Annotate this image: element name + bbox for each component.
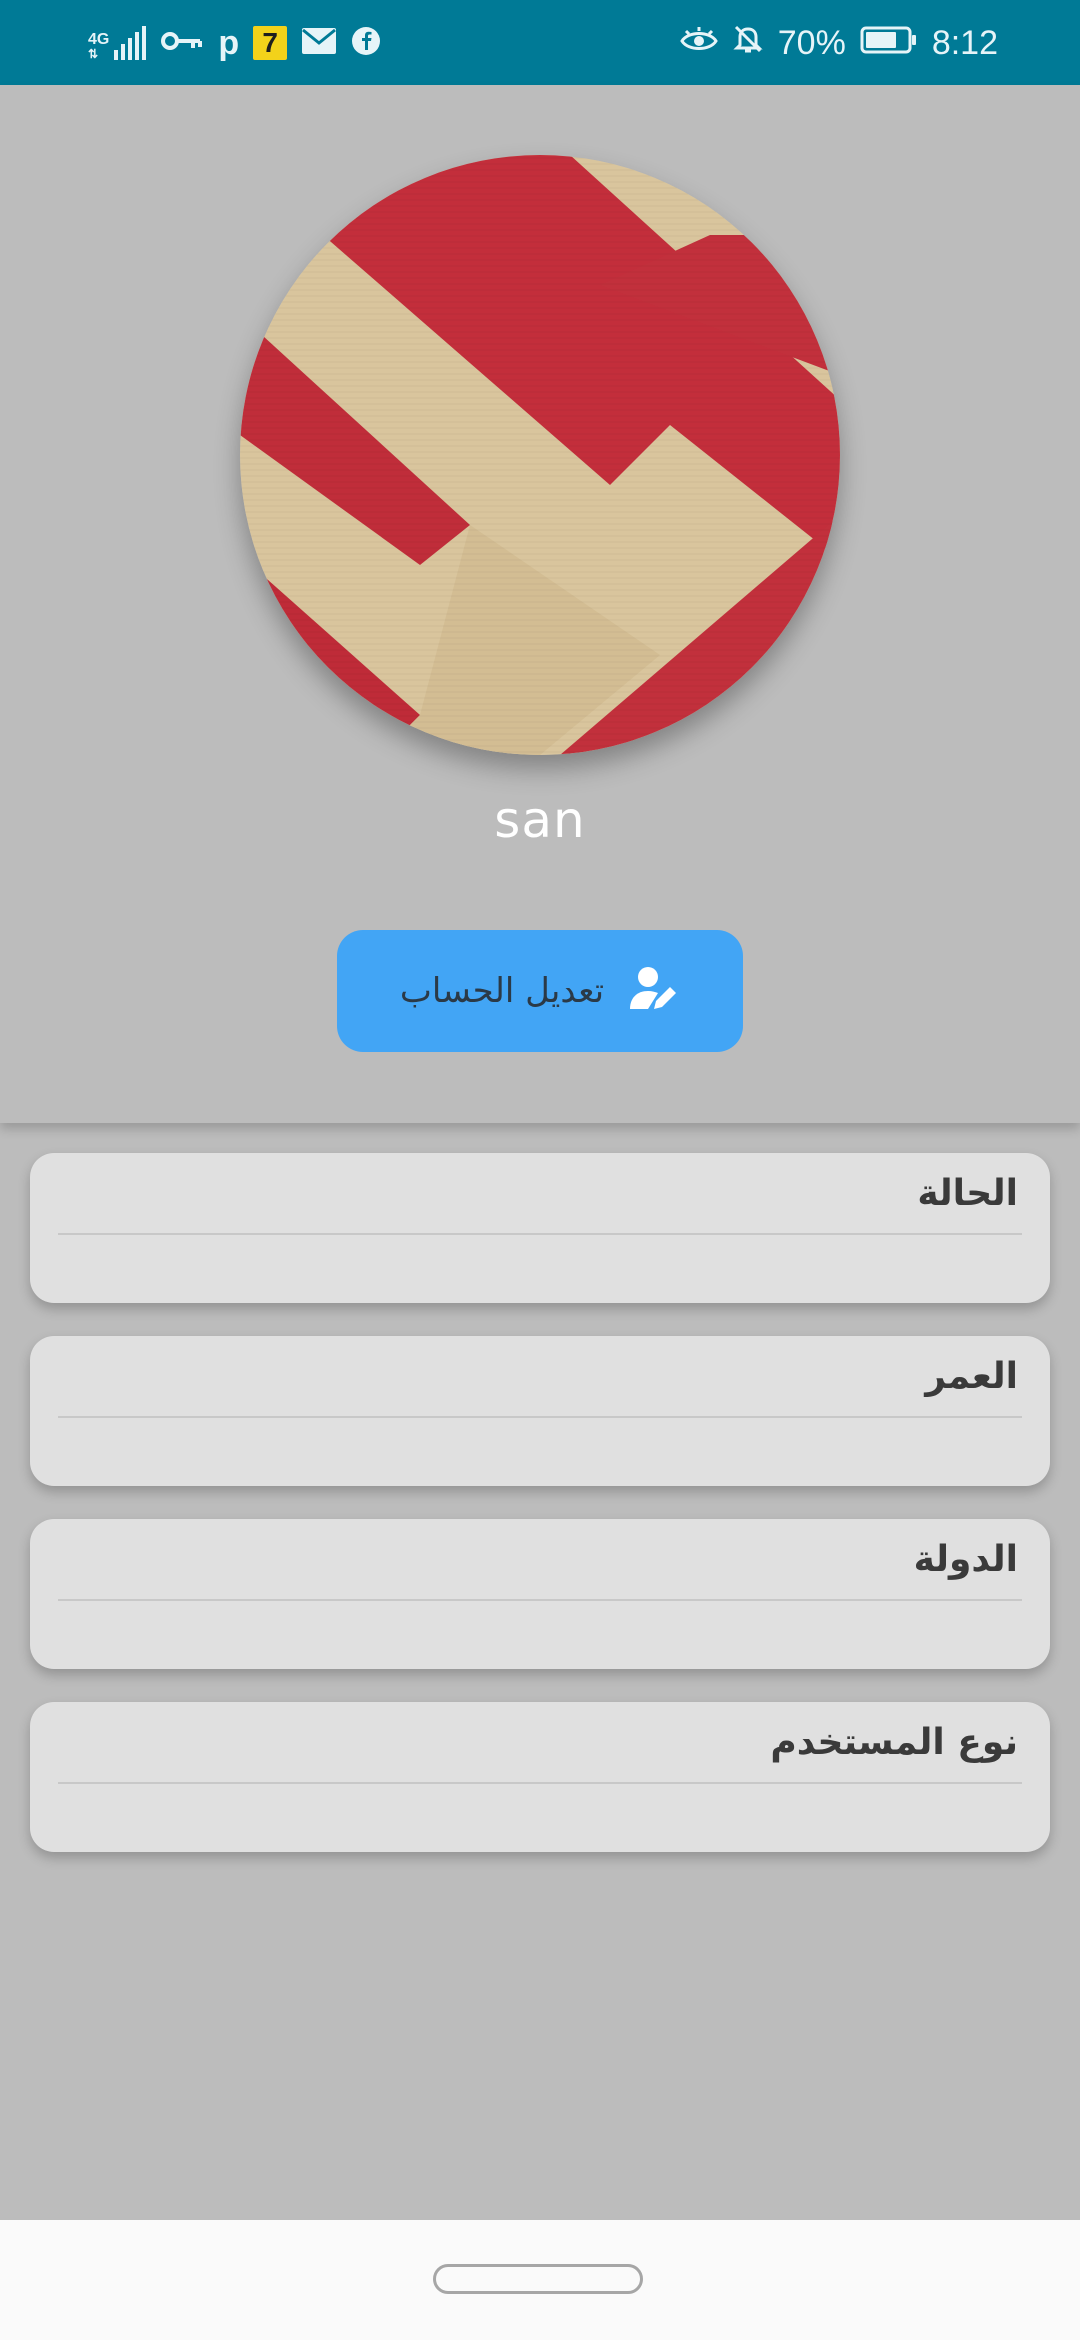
home-gesture-handle[interactable] (433, 2264, 643, 2294)
clock: 8:12 (931, 23, 998, 62)
profile-avatar[interactable] (240, 155, 840, 755)
battery-percent: 70% (777, 23, 846, 62)
info-card-country: الدولة (30, 1519, 1050, 1669)
info-card-user-type: نوع المستخدم (30, 1702, 1050, 1852)
divider (58, 1416, 1022, 1418)
navigation-bar (0, 2220, 1080, 2340)
info-card-title: الحالة (917, 1173, 1018, 1214)
avatar-photo (240, 155, 840, 755)
network-type-label: 4G (88, 31, 110, 48)
divider (58, 1599, 1022, 1601)
signal-icon: 4G ⇅ (88, 26, 147, 60)
info-card-age: العمر (30, 1336, 1050, 1486)
profile-username: san (494, 791, 586, 849)
edit-account-button[interactable]: تعديل الحساب (337, 930, 743, 1052)
mail-icon (301, 27, 337, 59)
info-card-status: الحالة (30, 1153, 1050, 1303)
eye-comfort-icon (679, 24, 718, 63)
facebook-icon (351, 26, 381, 60)
parking-icon: p (218, 23, 240, 62)
edit-account-label: تعديل الحساب (399, 971, 605, 1011)
mute-icon (732, 23, 764, 63)
vpn-key-icon (160, 26, 204, 60)
divider (58, 1233, 1022, 1235)
info-card-title: الدولة (913, 1539, 1018, 1580)
status-bar-right: 70% 8:12 (679, 22, 998, 64)
status-bar-left: 4G ⇅ p 7 (88, 22, 381, 64)
battery-icon (860, 24, 918, 63)
status-bar: 4G ⇅ p 7 70% 8:12 (0, 0, 1080, 85)
profile-header: san تعديل الحساب (0, 85, 1080, 1123)
info-card-title: نوع المستخدم (770, 1722, 1018, 1763)
edit-user-icon (628, 965, 680, 1017)
info-card-title: العمر (925, 1356, 1018, 1397)
app-7-icon: 7 (253, 26, 288, 60)
divider (58, 1782, 1022, 1784)
